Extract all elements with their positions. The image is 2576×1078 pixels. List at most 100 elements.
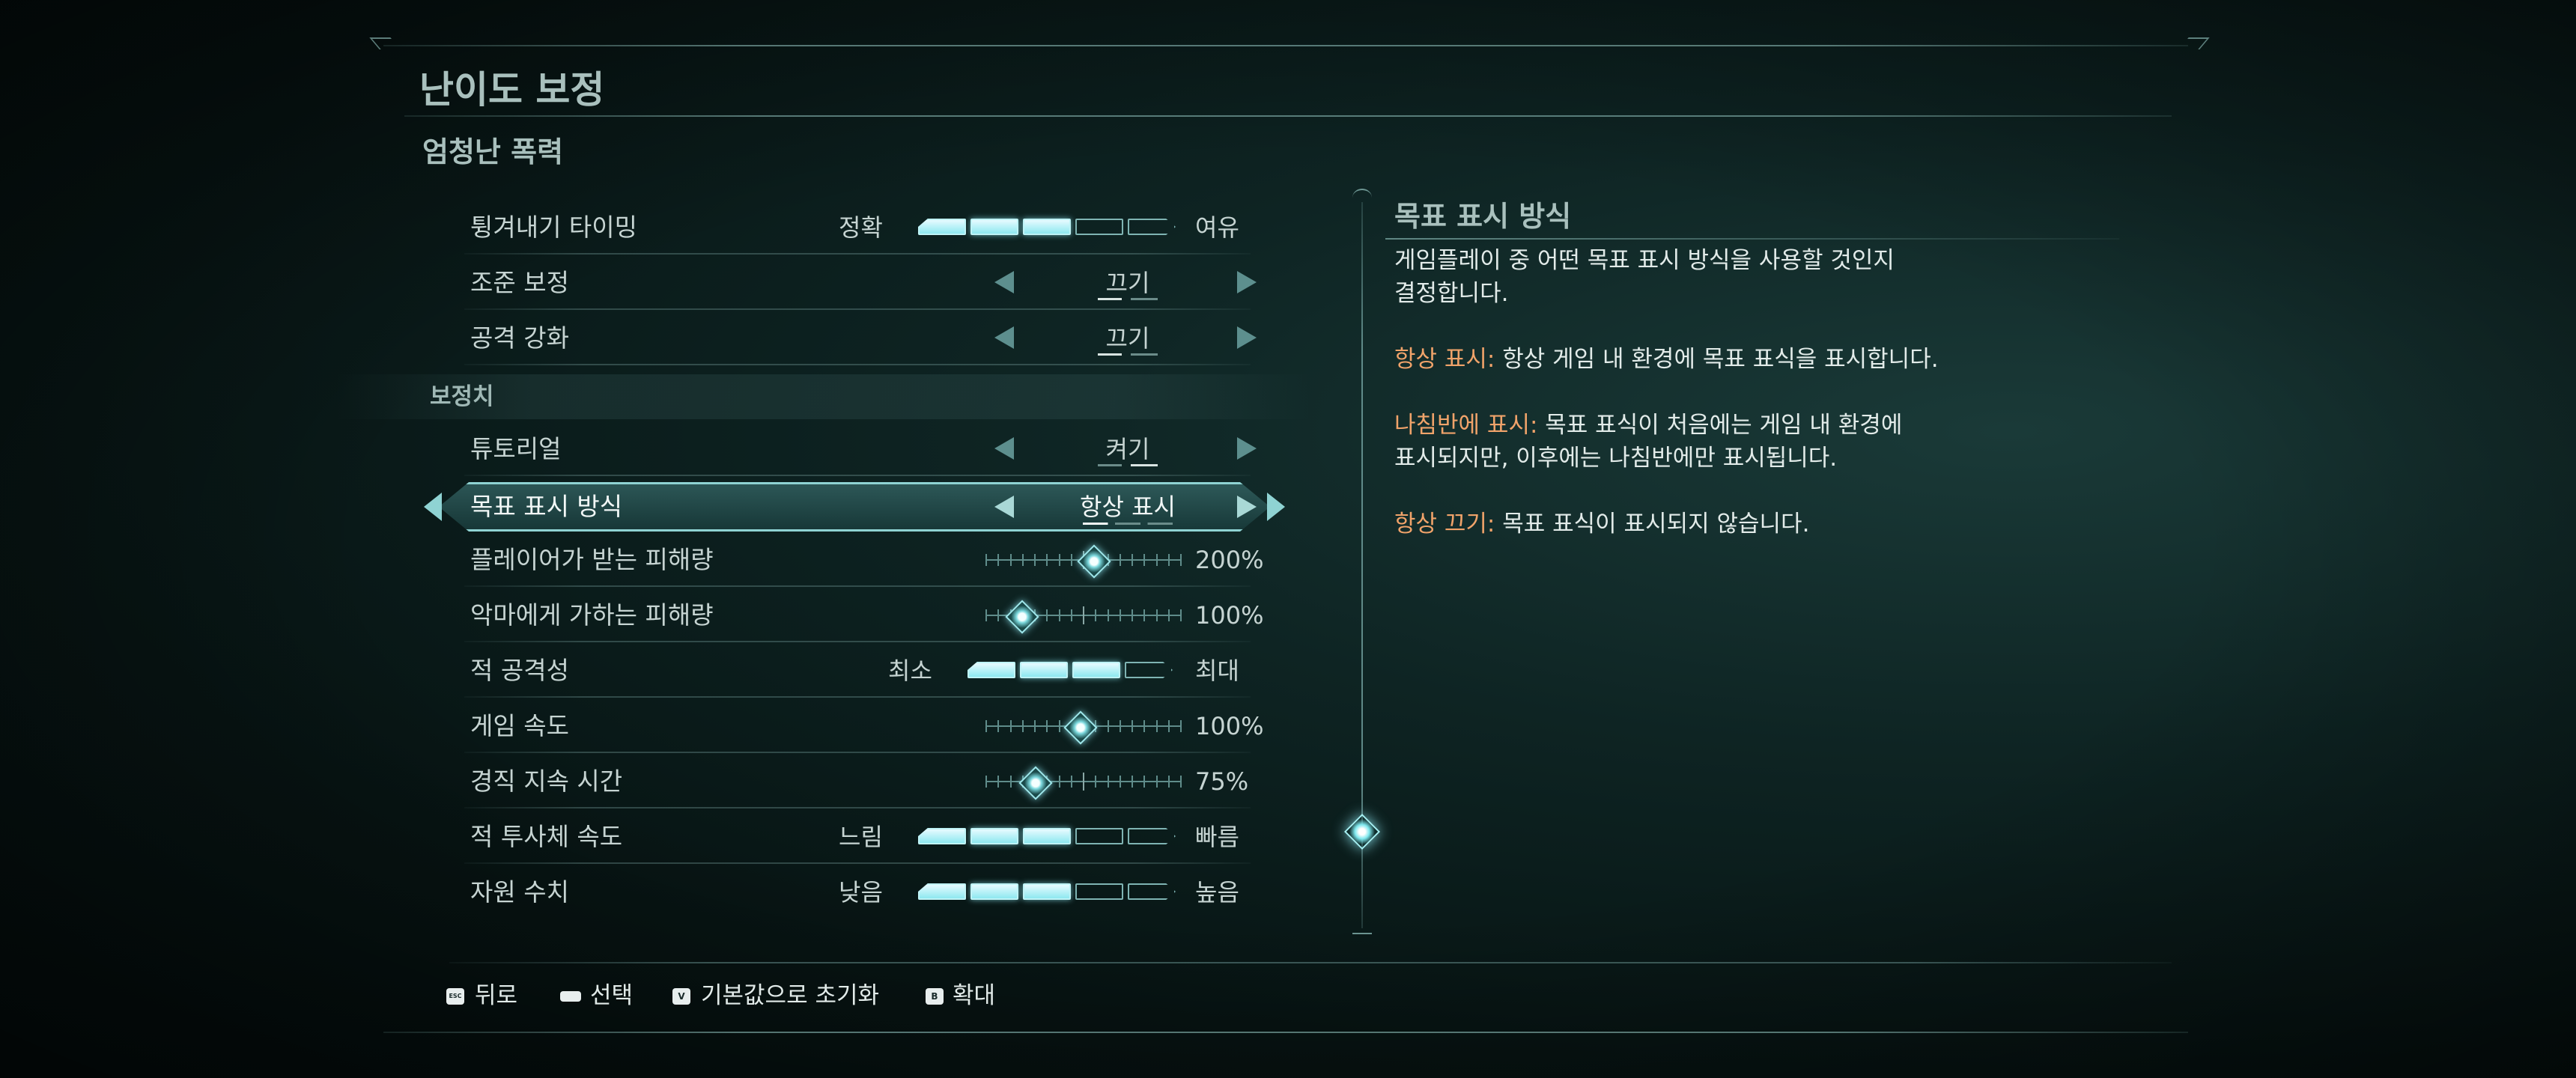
- slider-tick: [1156, 720, 1158, 732]
- arrow-left-icon[interactable]: [994, 437, 1014, 460]
- slider-tick: [985, 554, 987, 566]
- slider[interactable]: [985, 591, 1182, 639]
- segment-bar[interactable]: [967, 662, 1177, 680]
- bottom-frame-line: [383, 1032, 2188, 1033]
- background-vignette: [0, 0, 2576, 1078]
- slider[interactable]: [985, 702, 1182, 750]
- slider-tick: [1059, 720, 1060, 732]
- segment-min-label: 정확: [839, 213, 883, 242]
- segment-bar[interactable]: [918, 219, 1180, 237]
- page-subtitle: 엄청난 폭력: [422, 135, 564, 168]
- slider-value: 100%: [1195, 712, 1264, 740]
- slider-tick: [1143, 554, 1145, 566]
- setting-label: 악마에게 가하는 피해량: [470, 600, 714, 630]
- setting-tutorial[interactable]: 튜토리얼 켜기: [434, 425, 1273, 481]
- title-underline: [404, 115, 2172, 117]
- description-option-always: 항상 표시: 항상 게임 내 환경에 목표 표식을 표시합니다.: [1394, 343, 1939, 376]
- slider-knob-icon[interactable]: [1063, 710, 1098, 745]
- slider-tick: [1120, 554, 1121, 566]
- slider-knob-icon[interactable]: [1077, 544, 1111, 579]
- slider-knob-icon[interactable]: [1005, 600, 1039, 634]
- row-separator: [464, 696, 1251, 698]
- slider-tick: [997, 554, 999, 566]
- slider-knob-icon[interactable]: [1018, 766, 1053, 800]
- slider-tick: [1168, 609, 1170, 621]
- slider-tick: [1083, 773, 1084, 791]
- setting-resource-amount[interactable]: 자원 수치 낮음 높음: [434, 868, 1273, 924]
- slider-tick: [1180, 776, 1182, 788]
- space-key-icon: [560, 991, 581, 1002]
- description-option-compass: 나침반에 표시: 목표 표식이 처음에는 게임 내 환경에: [1394, 409, 1902, 442]
- slider-tick: [1022, 554, 1024, 566]
- description-option-compass-line2: 표시되지만, 이후에는 나침반에만 표시됩니다.: [1394, 445, 1838, 472]
- slider-tick: [1046, 609, 1048, 621]
- segment-max-label: 빠름: [1195, 823, 1239, 851]
- slider-tick: [1083, 606, 1084, 624]
- slider-tick: [1120, 609, 1121, 621]
- reset-defaults-button[interactable]: 기본값으로 초기화: [701, 978, 879, 1014]
- setting-enemy-projectile-speed[interactable]: 적 투사체 속도 느림 빠름: [434, 813, 1273, 868]
- slider-tick: [1034, 554, 1036, 566]
- selection-cap-left-icon: [424, 493, 442, 521]
- slider-tick: [1156, 776, 1158, 788]
- slider-tick: [1120, 720, 1121, 732]
- setting-label: 플레이어가 받는 피해량: [470, 545, 714, 574]
- segment-bar[interactable]: [918, 828, 1180, 846]
- setting-parry-timing[interactable]: 튕겨내기 타이밍 정확 여유: [434, 204, 1273, 259]
- slider-tick: [1071, 776, 1072, 788]
- description-title: 목표 표시 방식: [1394, 200, 1572, 233]
- arrow-right-icon[interactable]: [1237, 496, 1257, 518]
- row-separator: [464, 475, 1251, 476]
- row-separator: [464, 585, 1251, 587]
- arrow-left-icon[interactable]: [994, 271, 1014, 293]
- setting-aim-assist[interactable]: 조준 보정 끄기: [434, 259, 1273, 314]
- option-name: 나침반에 표시:: [1394, 412, 1538, 439]
- setting-damage-received[interactable]: 플레이어가 받는 피해량 200%: [434, 536, 1273, 591]
- arrow-right-icon[interactable]: [1237, 271, 1257, 293]
- slider-tick: [1034, 720, 1036, 732]
- setting-game-speed[interactable]: 게임 속도 100%: [434, 702, 1273, 758]
- option-value: 항상 표시: [1080, 493, 1176, 521]
- arrow-right-icon[interactable]: [1237, 326, 1257, 349]
- select-button[interactable]: 선택: [590, 978, 633, 1014]
- slider-tick: [1168, 776, 1170, 788]
- scroll-indicator-icon[interactable]: [1343, 813, 1381, 850]
- slider-tick: [1022, 720, 1024, 732]
- setting-label: 자원 수치: [470, 877, 569, 907]
- slider-tick: [985, 720, 987, 732]
- setting-damage-dealt[interactable]: 악마에게 가하는 피해량 100%: [434, 591, 1273, 647]
- slider-value: 100%: [1195, 601, 1264, 630]
- option-indicator: [1098, 464, 1158, 466]
- segment-bar[interactable]: [918, 883, 1180, 901]
- slider-tick: [997, 720, 999, 732]
- slider-tick: [985, 609, 987, 621]
- back-button[interactable]: 뒤로: [475, 978, 517, 1014]
- setting-label: 적 공격성: [470, 656, 569, 685]
- slider-value: 75%: [1195, 767, 1249, 796]
- slider-tick: [1059, 609, 1060, 621]
- top-frame-line: [383, 45, 2188, 46]
- arrow-left-icon[interactable]: [994, 326, 1014, 349]
- slider[interactable]: [985, 758, 1182, 806]
- arrow-right-icon[interactable]: [1237, 437, 1257, 460]
- slider-tick: [1010, 554, 1012, 566]
- segment-max-label: 높음: [1195, 878, 1239, 907]
- segment-max-label: 최대: [1195, 657, 1239, 685]
- setting-enemy-aggression[interactable]: 적 공격성 최소 최대: [434, 647, 1273, 702]
- description-intro-line1: 게임플레이 중 어떤 목표 표시 방식을 사용할 것인지: [1394, 247, 1895, 274]
- arrow-left-icon[interactable]: [994, 496, 1014, 518]
- setting-objective-marker[interactable]: 목표 표시 방식 항상 표시: [424, 479, 1285, 535]
- slider-tick: [1120, 776, 1121, 788]
- setting-attack-boost[interactable]: 공격 강화 끄기: [434, 314, 1273, 370]
- slider[interactable]: [985, 536, 1182, 584]
- segment-min-label: 낮음: [839, 878, 883, 907]
- option-indicator: [1083, 523, 1173, 525]
- setting-stagger-duration[interactable]: 경직 지속 시간 75%: [434, 758, 1273, 813]
- slider-tick: [1059, 776, 1060, 788]
- zoom-button[interactable]: 확대: [953, 978, 995, 1014]
- setting-label: 적 투사체 속도: [470, 822, 623, 851]
- slider-tick: [985, 776, 987, 788]
- divider-bottom-ornament-icon: [1352, 916, 1372, 934]
- v-key-icon: V: [672, 988, 690, 1005]
- slider-tick: [1156, 609, 1158, 621]
